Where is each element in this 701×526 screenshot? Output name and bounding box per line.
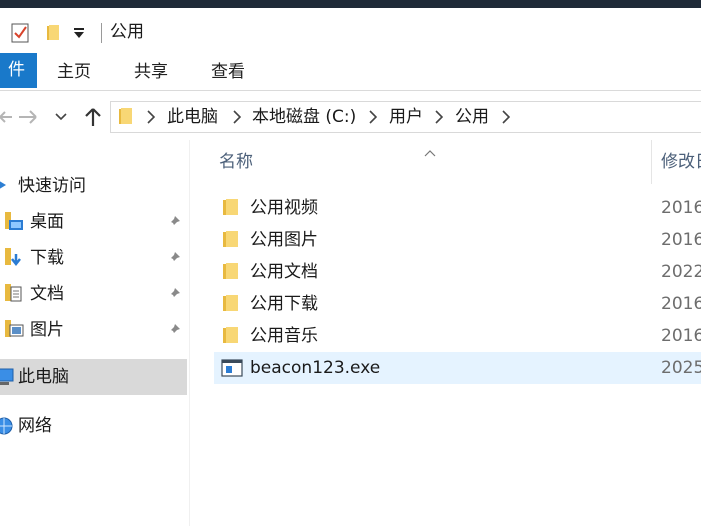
breadcrumb-this-pc[interactable]: 此电脑 <box>167 106 218 128</box>
nav-pictures[interactable]: 图片 <box>0 313 187 347</box>
file-row[interactable]: 公用视频 2016 <box>214 192 701 224</box>
pin-icon[interactable] <box>166 214 182 230</box>
window-top-edge <box>0 0 701 8</box>
file-date: 2016 <box>661 230 701 250</box>
window-title: 公用 <box>110 22 144 42</box>
customize-quick-access-dropdown-icon[interactable] <box>74 32 84 38</box>
file-name: 公用下载 <box>250 294 318 314</box>
recent-locations-chevron-icon[interactable] <box>54 108 68 124</box>
tab-share[interactable]: 共享 <box>134 62 168 82</box>
file-date: 2016 <box>661 198 701 218</box>
tab-file[interactable]: 件 <box>0 53 37 88</box>
forward-arrow-icon[interactable] <box>17 105 39 129</box>
file-name: beacon123.exe <box>250 358 381 378</box>
nav-label: 快速访问 <box>18 176 86 196</box>
tab-view[interactable]: 查看 <box>211 62 245 82</box>
folder-icon <box>222 327 240 343</box>
folder-icon <box>222 263 240 279</box>
file-name: 公用音乐 <box>250 326 318 346</box>
sort-ascending-icon <box>424 142 436 157</box>
file-row-selected[interactable]: beacon123.exe 2025 <box>214 352 701 384</box>
pictures-folder-icon <box>3 320 25 344</box>
file-date: 2016 <box>661 326 701 346</box>
file-row[interactable]: 公用图片 2016 <box>214 224 701 256</box>
file-row[interactable]: 公用文档 2022 <box>214 256 701 288</box>
nav-network[interactable]: 网络 <box>0 409 187 443</box>
computer-icon <box>0 368 16 390</box>
file-name: 公用视频 <box>250 198 318 218</box>
title-bar <box>0 8 701 52</box>
nav-desktop[interactable]: 桌面 <box>0 205 187 239</box>
tab-home[interactable]: 主页 <box>57 62 91 82</box>
ribbon-tabs <box>0 52 701 90</box>
nav-label: 文档 <box>30 284 64 304</box>
file-row[interactable]: 公用下载 2016 <box>214 288 701 320</box>
nav-quick-access[interactable]: 快速访问 <box>0 169 187 203</box>
pane-divider[interactable] <box>189 140 190 526</box>
nav-label: 网络 <box>18 416 52 436</box>
file-date: 2022 <box>661 262 701 282</box>
column-header-name[interactable]: 名称 <box>219 150 253 174</box>
folder-icon <box>222 199 240 215</box>
column-divider[interactable] <box>651 140 652 184</box>
column-header-date[interactable]: 修改日 <box>661 150 701 174</box>
ribbon-divider <box>0 90 701 91</box>
folder-icon <box>222 295 240 311</box>
file-row[interactable]: 公用音乐 2016 <box>214 320 701 352</box>
back-arrow-icon[interactable] <box>0 105 14 129</box>
documents-folder-icon <box>3 284 25 308</box>
network-icon <box>0 416 14 440</box>
nav-label: 此电脑 <box>18 367 69 387</box>
up-arrow-icon[interactable] <box>82 105 104 129</box>
file-name: 公用图片 <box>250 230 318 250</box>
star-icon <box>0 177 10 197</box>
pin-icon[interactable] <box>166 250 182 266</box>
breadcrumb-chevron-icon[interactable] <box>502 109 511 124</box>
breadcrumb-public[interactable]: 公用 <box>455 106 489 128</box>
folder-icon <box>118 107 134 125</box>
nav-downloads[interactable]: 下载 <box>0 241 187 275</box>
nav-this-pc[interactable]: 此电脑 <box>0 359 187 395</box>
file-date: 2025 <box>661 358 701 378</box>
breadcrumb-local-disk[interactable]: 本地磁盘 (C:) <box>252 106 356 128</box>
breadcrumb-chevron-icon[interactable] <box>147 109 156 124</box>
desktop-folder-icon <box>3 212 25 236</box>
nav-label: 桌面 <box>30 212 64 232</box>
nav-documents[interactable]: 文档 <box>0 277 187 311</box>
nav-label: 图片 <box>30 320 64 340</box>
nav-label: 下载 <box>30 248 64 268</box>
breadcrumb-chevron-icon[interactable] <box>435 109 444 124</box>
folder-icon <box>222 231 240 247</box>
properties-icon[interactable] <box>11 22 30 43</box>
breadcrumb-users[interactable]: 用户 <box>389 106 423 128</box>
file-name: 公用文档 <box>250 262 318 282</box>
new-folder-icon[interactable] <box>45 23 63 41</box>
application-exe-icon <box>221 358 243 378</box>
downloads-folder-icon <box>3 248 25 272</box>
file-date: 2016 <box>661 294 701 314</box>
breadcrumb-chevron-icon[interactable] <box>369 109 378 124</box>
customize-quick-access-line <box>74 28 84 30</box>
pin-icon[interactable] <box>166 286 182 302</box>
breadcrumb-chevron-icon[interactable] <box>233 109 242 124</box>
pin-icon[interactable] <box>166 322 182 338</box>
title-separator <box>101 23 102 43</box>
